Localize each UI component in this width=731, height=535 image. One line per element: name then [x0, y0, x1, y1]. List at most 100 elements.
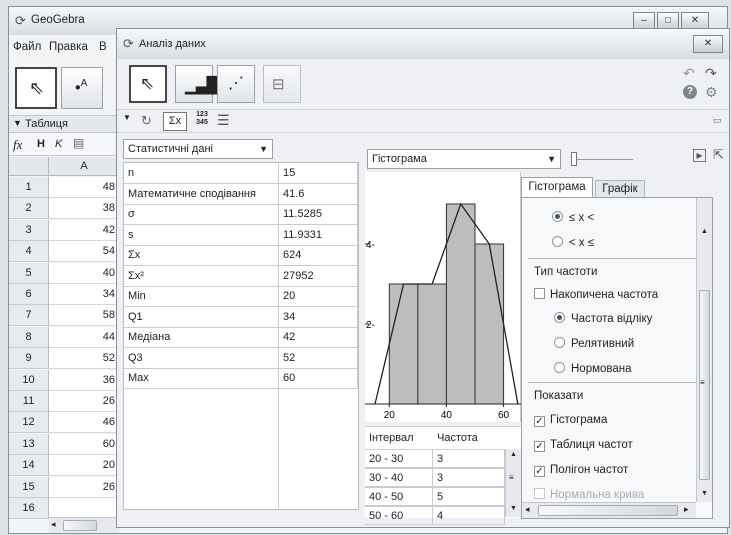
statistic-label: s: [124, 224, 279, 246]
show-data-button[interactable]: 123 345: [191, 111, 213, 127]
undo-icon[interactable]: ↶: [683, 65, 695, 82]
frequency-scrollbar[interactable]: ▲ ≡ ▼: [505, 449, 521, 517]
menu-file[interactable]: Файл: [13, 41, 41, 53]
layout-icon[interactable]: ☰: [217, 112, 230, 129]
options-horizontal-thumb[interactable]: [538, 505, 678, 516]
row-number[interactable]: 3: [9, 219, 49, 241]
column-header-a[interactable]: A: [49, 157, 119, 176]
cell-a13[interactable]: 60: [49, 433, 119, 455]
cell-a3[interactable]: 42: [49, 219, 119, 241]
plot-type-select[interactable]: Гістограма ▼: [367, 149, 561, 169]
options-scroll-right-icon[interactable]: ▸: [684, 504, 689, 515]
freq-type-relative[interactable]: Релятивний: [554, 336, 634, 352]
cumulative-checkbox[interactable]: Накопичена частота: [534, 287, 658, 303]
collapse-arrow-icon[interactable]: ▼: [13, 118, 22, 128]
help-icon[interactable]: ?: [683, 85, 697, 99]
dialog-close-button[interactable]: ✕: [693, 35, 723, 53]
row-number[interactable]: 9: [9, 348, 49, 370]
cell-a15[interactable]: 26: [49, 476, 119, 498]
cell-a9[interactable]: 52: [49, 348, 119, 370]
options-scroll-left-icon[interactable]: ◂: [525, 504, 530, 515]
play-icon[interactable]: ▸: [693, 149, 706, 162]
toolbar-menu-arrow-icon[interactable]: ▼: [123, 113, 131, 122]
frequency-scroll-up-icon[interactable]: ▲: [510, 451, 517, 458]
horizontal-scroll-thumb[interactable]: [63, 520, 97, 531]
statistics-type-select[interactable]: Статистичні дані ▼: [123, 139, 273, 159]
row-number[interactable]: 4: [9, 241, 49, 263]
statistic-value: 42: [279, 327, 358, 348]
cell-a6[interactable]: 34: [49, 284, 119, 305]
cell-a16[interactable]: [49, 498, 119, 519]
bold-button[interactable]: H: [37, 138, 45, 150]
row-number[interactable]: 14: [9, 455, 49, 477]
point-tool-button[interactable]: •A: [61, 67, 103, 109]
panel-toggle-icon[interactable]: ▭: [713, 115, 722, 126]
freq-type-count[interactable]: Частота відліку: [554, 311, 652, 327]
swap-icon[interactable]: ↻: [141, 113, 152, 129]
horizontal-scrollbar[interactable]: ◂: [49, 517, 119, 533]
row-number[interactable]: 5: [9, 262, 49, 284]
show-normal-curve-checkbox[interactable]: Нормальна крива: [534, 487, 644, 503]
scroll-left-icon[interactable]: ◂: [51, 519, 56, 530]
statistic-value: 52: [279, 347, 358, 369]
row-number[interactable]: 10: [9, 369, 49, 391]
dialog-move-tool-button[interactable]: ⇖: [129, 65, 167, 103]
fx-label[interactable]: fx: [13, 137, 22, 153]
rule-option-right-closed-label: < x ≤: [569, 237, 595, 249]
freq-type-normalized[interactable]: Нормована: [554, 361, 632, 377]
row-number[interactable]: 12: [9, 412, 49, 434]
show-histogram-checkbox[interactable]: ✓ Гістограма: [534, 412, 607, 428]
show-normal-curve-label: Нормальна крива: [550, 489, 645, 501]
settings-gear-icon[interactable]: ⚙: [705, 84, 718, 101]
tab-histogram[interactable]: Гістограма: [521, 177, 593, 197]
redo-icon[interactable]: ↷: [705, 65, 717, 82]
cell-a7[interactable]: 58: [49, 305, 119, 327]
menu-edit[interactable]: Правка: [49, 41, 88, 53]
cell-a10[interactable]: 36: [49, 369, 119, 391]
two-variable-analysis-button[interactable]: ⋰: [217, 65, 255, 103]
cell-a11[interactable]: 26: [49, 391, 119, 412]
statistics-table: n 15 Математичне сподівання 41.6 σ 11.5285 s 11…: [123, 162, 359, 510]
align-icon[interactable]: ▤: [73, 136, 84, 150]
histogram-plot: 20 40 60 2- 4-: [365, 172, 521, 422]
cell-a2[interactable]: 38: [49, 198, 119, 220]
show-polygon-checkbox[interactable]: ✓ Полігон частот: [534, 462, 628, 478]
frequency-scroll-grip-icon[interactable]: ≡: [509, 473, 514, 482]
tab-graph[interactable]: Графік: [595, 180, 645, 197]
row-number[interactable]: 1: [9, 177, 49, 198]
bin-width-slider[interactable]: [571, 149, 633, 169]
show-frequency-table-checkbox[interactable]: ✓ Таблиця частот: [534, 437, 633, 453]
row-number[interactable]: 8: [9, 326, 49, 348]
rule-option-right-closed[interactable]: < x ≤: [552, 235, 594, 251]
cell-a5[interactable]: 40: [49, 262, 119, 284]
row-number[interactable]: 6: [9, 284, 49, 305]
export-icon[interactable]: ⇱: [713, 147, 724, 163]
cell-a8[interactable]: 44: [49, 326, 119, 348]
options-scroll-down-icon[interactable]: ▼: [701, 490, 708, 497]
row-number[interactable]: 13: [9, 433, 49, 455]
rule-option-left-closed[interactable]: ≤ x <: [552, 210, 594, 226]
row-number[interactable]: 7: [9, 305, 49, 327]
show-statistics-button[interactable]: Σx: [163, 112, 187, 131]
row-number[interactable]: 2: [9, 198, 49, 220]
slider-handle[interactable]: [571, 152, 577, 166]
cell-a1[interactable]: 48: [49, 177, 119, 198]
options-vertical-scrollbar[interactable]: ▲ ≡ ▼: [696, 198, 712, 502]
row-number[interactable]: 15: [9, 476, 49, 498]
move-tool-button[interactable]: ⇖: [15, 67, 57, 109]
italic-button[interactable]: K: [55, 138, 62, 150]
options-scroll-up-icon[interactable]: ▲: [701, 228, 708, 235]
frequency-scroll-down-icon[interactable]: ▼: [510, 505, 517, 512]
options-scroll-grip-icon[interactable]: ≡: [700, 378, 705, 387]
row-number[interactable]: 16: [9, 498, 49, 519]
histogram-bar: [417, 283, 447, 405]
cell-a12[interactable]: 46: [49, 412, 119, 434]
histogram-svg: 20 40 60 2- 4-: [365, 202, 521, 421]
cell-a14[interactable]: 20: [49, 455, 119, 477]
options-horizontal-scrollbar[interactable]: ◂ ▸: [522, 502, 696, 518]
multi-variable-analysis-button[interactable]: ⊟: [263, 65, 301, 103]
cell-a4[interactable]: 54: [49, 241, 119, 263]
menu-view[interactable]: В: [99, 41, 107, 53]
one-variable-analysis-button[interactable]: ▁▃▇▅: [175, 65, 231, 103]
row-number[interactable]: 11: [9, 391, 49, 412]
